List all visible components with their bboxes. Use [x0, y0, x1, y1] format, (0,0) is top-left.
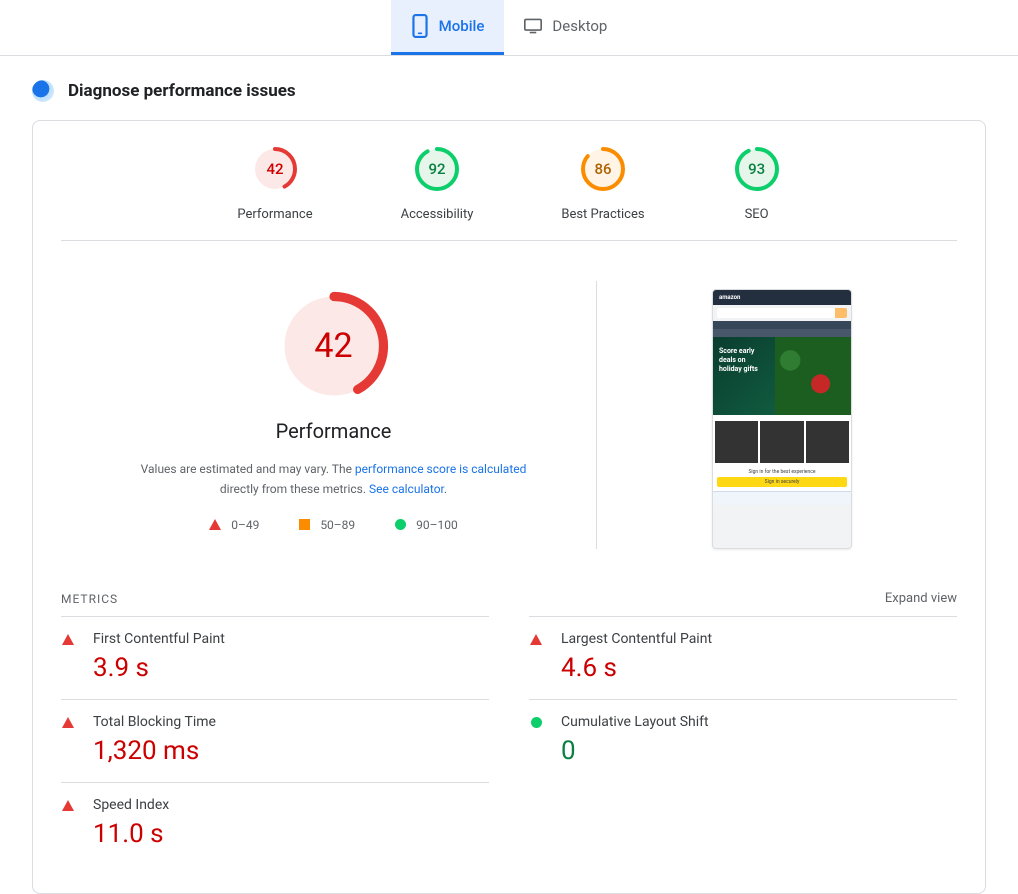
metric-largest-contentful-paint[interactable]: Largest Contentful Paint 4.6 s [529, 616, 957, 699]
thumb-deliver [713, 329, 851, 337]
legend-shape-icon [395, 519, 406, 530]
score-best-practices[interactable]: 86 Best Practices [561, 145, 644, 222]
gauge-icon: 42 [251, 145, 299, 193]
score-seo[interactable]: 93 SEO [733, 145, 781, 222]
thumb-grid [713, 415, 851, 465]
gauge-icon: 93 [733, 145, 781, 193]
page-screenshot-thumbnail[interactable]: amazon Score early deals on holiday gift… [712, 289, 852, 549]
performance-hero: 42 Performance Values are estimated and … [61, 241, 957, 559]
gauge-value: 42 [251, 145, 299, 193]
legend-item: 50–89 [299, 518, 355, 532]
triangle-icon [62, 634, 74, 645]
thumb-banner: Score early deals on holiday gifts [713, 337, 851, 415]
metric-first-contentful-paint[interactable]: First Contentful Paint 3.9 s [61, 616, 489, 699]
metric-value: 1,320 ms [93, 736, 216, 766]
metrics-title: METRICS [61, 592, 118, 606]
hero-title: Performance [276, 419, 392, 443]
gauge-value: 86 [579, 145, 627, 193]
tab-mobile[interactable]: Mobile [391, 0, 505, 55]
circle-icon [531, 717, 542, 728]
score-legend: 0–49 50–89 90–100 [209, 518, 458, 532]
legend-shape-icon [299, 519, 310, 530]
metric-total-blocking-time[interactable]: Total Blocking Time 1,320 ms [61, 699, 489, 782]
gauge-label: Accessibility [401, 207, 474, 222]
gauge-value: 92 [413, 145, 461, 193]
performance-score-large: 42 [279, 291, 389, 401]
legend-shape-icon [209, 519, 221, 530]
legend-label: 0–49 [231, 518, 259, 532]
device-tabs: Mobile Desktop [0, 0, 1018, 56]
legend-item: 90–100 [395, 518, 458, 532]
thumb-search [717, 308, 847, 318]
hero-left: 42 Performance Values are estimated and … [71, 281, 597, 549]
lighthouse-icon [32, 80, 54, 102]
desktop-icon [524, 14, 542, 38]
gauge-label: Performance [237, 207, 312, 222]
mobile-icon [411, 14, 429, 38]
thumb-nav [713, 321, 851, 329]
metric-name: Total Blocking Time [93, 714, 216, 730]
metric-value: 4.6 s [561, 653, 712, 683]
metric-value: 11.0 s [93, 819, 169, 849]
metric-value: 3.9 s [93, 653, 225, 683]
link-score-calculated[interactable]: performance score is calculated [355, 462, 526, 476]
metrics-grid: First Contentful Paint 3.9 s Largest Con… [61, 616, 957, 865]
legend-item: 0–49 [209, 518, 259, 532]
metric-name: Speed Index [93, 797, 169, 813]
metric-speed-index[interactable]: Speed Index 11.0 s [61, 782, 489, 865]
triangle-icon [62, 800, 74, 811]
gauge-value: 93 [733, 145, 781, 193]
tab-mobile-label: Mobile [439, 17, 485, 35]
report-card: 42 Performance 92 Accessibility 86 Best … [32, 120, 986, 894]
gauge-label: SEO [745, 207, 769, 222]
gauge-icon: 86 [579, 145, 627, 193]
tab-desktop[interactable]: Desktop [504, 0, 627, 55]
score-accessibility[interactable]: 92 Accessibility [401, 145, 474, 222]
link-see-calculator[interactable]: See calculator [369, 482, 444, 496]
thumb-alert [713, 491, 851, 505]
expand-view-toggle[interactable]: Expand view [885, 591, 957, 606]
triangle-icon [62, 717, 74, 728]
metric-name: First Contentful Paint [93, 631, 225, 647]
gauge-label: Best Practices [561, 207, 644, 222]
diagnose-header: Diagnose performance issues [32, 80, 986, 102]
legend-label: 50–89 [320, 518, 355, 532]
thumb-header: amazon [713, 290, 851, 305]
performance-gauge-large: 42 [279, 291, 389, 401]
metrics-header: METRICS Expand view [61, 559, 957, 616]
tab-desktop-label: Desktop [552, 17, 607, 35]
hero-description: Values are estimated and may vary. The p… [134, 459, 534, 500]
score-performance[interactable]: 42 Performance [237, 145, 312, 222]
metric-name: Largest Contentful Paint [561, 631, 712, 647]
score-summary-row: 42 Performance 92 Accessibility 86 Best … [61, 141, 957, 241]
metric-cumulative-layout-shift[interactable]: Cumulative Layout Shift 0 [529, 699, 957, 782]
thumb-signin: Sign in for the best experience Sign in … [713, 465, 851, 491]
legend-label: 90–100 [416, 518, 458, 532]
triangle-icon [530, 634, 542, 645]
metric-value: 0 [561, 736, 709, 766]
hero-right: amazon Score early deals on holiday gift… [617, 281, 947, 549]
gauge-icon: 92 [413, 145, 461, 193]
diagnose-title: Diagnose performance issues [68, 81, 296, 101]
metric-name: Cumulative Layout Shift [561, 714, 709, 730]
